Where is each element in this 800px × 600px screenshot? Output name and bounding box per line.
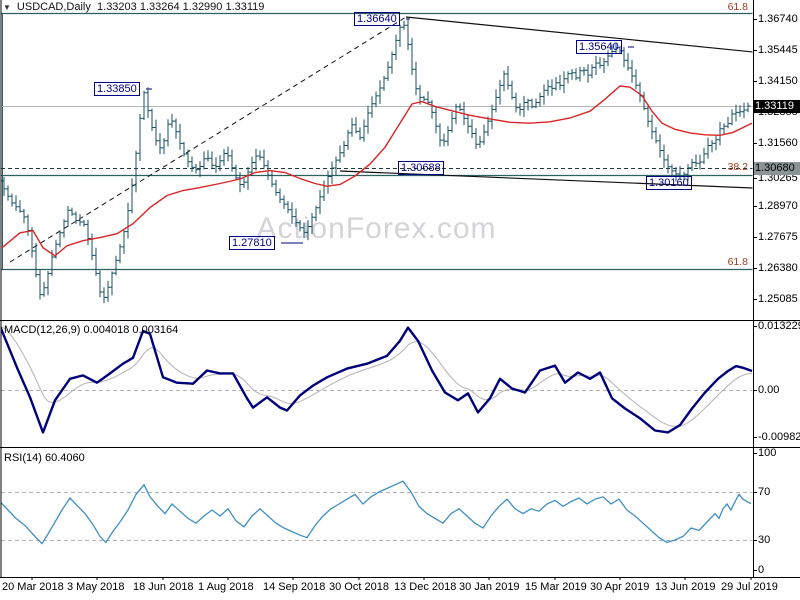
ohlc-quotes: 1.33203 1.33264 1.32990 1.33119 xyxy=(97,1,265,13)
price-axis-tick: 1.31560 xyxy=(758,137,798,149)
chart-window: ActionForex.com ▼ USDCAD,Daily 1.33203 1.… xyxy=(0,0,800,600)
rsi-axis-tick: 100 xyxy=(758,447,777,459)
date-axis-label: 14 Sep 2018 xyxy=(263,581,326,593)
price-level-label: 1.30688 xyxy=(398,161,444,175)
date-axis-label: 13 Jun 2019 xyxy=(655,581,716,593)
price-axis-tick: 1.27675 xyxy=(758,231,798,243)
date-axis-label: 29 Jul 2019 xyxy=(721,581,778,593)
rsi-axis-tick: 0 xyxy=(758,564,765,576)
price-level-label: 1.27810 xyxy=(229,236,275,250)
rsi-indicator-label: RSI(14) 60.4060 xyxy=(4,452,85,464)
date-axis-label: 18 Jun 2018 xyxy=(133,581,194,593)
rsi-axis-tick: 70 xyxy=(758,486,771,498)
macd-axis-tick: 0.00 xyxy=(758,384,780,396)
price-level-label: 1.30160 xyxy=(646,176,692,190)
date-axis-label: 30 Apr 2019 xyxy=(590,581,650,593)
date-axis-label: 30 Jan 2019 xyxy=(459,581,520,593)
price-axis-tick: 1.26380 xyxy=(758,262,798,274)
price-axis-tick: 1.34150 xyxy=(758,75,798,87)
price-axis-tick: 1.28970 xyxy=(758,200,798,212)
price-axis-tick: 1.25085 xyxy=(758,293,798,305)
fib-ratio-label: 61.8 xyxy=(727,256,748,268)
chevron-down-icon[interactable]: ▼ xyxy=(3,3,11,12)
level-price-badge: 1.30680 xyxy=(754,162,800,175)
macd-axis-tick: 0.013229 xyxy=(758,320,800,332)
macd-indicator-label: MACD(12,26,9) 0.004018 0.003164 xyxy=(4,324,179,336)
fib-ratio-label: 61.8 xyxy=(727,1,748,13)
price-level-label: 1.35640 xyxy=(576,40,622,54)
price-axis-tick: 1.36740 xyxy=(758,13,798,25)
date-axis-label: 13 Dec 2018 xyxy=(394,581,457,593)
rsi-axis-tick: 30 xyxy=(758,534,771,546)
date-axis-label: 3 May 2018 xyxy=(67,581,125,593)
date-axis-label: 1 Aug 2018 xyxy=(198,581,254,593)
current-price-badge: 1.33119 xyxy=(754,100,800,113)
date-axis-label: 15 Mar 2019 xyxy=(525,581,587,593)
price-level-label: 1.36640 xyxy=(354,12,400,26)
date-axis-label: 20 Mar 2018 xyxy=(2,581,64,593)
date-axis-label: 30 Oct 2018 xyxy=(329,581,389,593)
fib-ratio-label: 38.2 xyxy=(727,161,748,173)
price-axis-tick: 1.35445 xyxy=(758,44,798,56)
price-level-label: 1.33850 xyxy=(94,82,140,96)
chart-title: ▼ USDCAD,Daily 1.33203 1.33264 1.32990 1.… xyxy=(3,1,264,13)
symbol-timeframe: USDCAD,Daily xyxy=(16,1,91,13)
macd-axis-tick: -0.00982 xyxy=(758,431,800,443)
